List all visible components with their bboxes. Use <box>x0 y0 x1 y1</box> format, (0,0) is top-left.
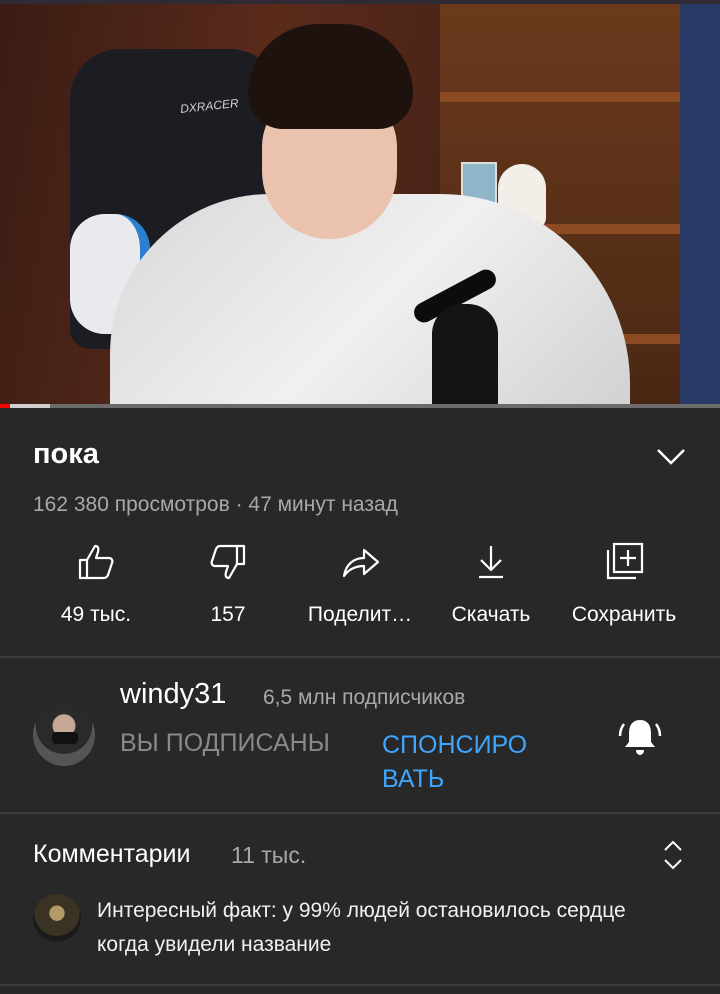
share-label: Поделит… <box>307 603 413 626</box>
bell-icon[interactable] <box>616 712 664 760</box>
commenter-avatar[interactable] <box>33 894 81 942</box>
channel-avatar[interactable] <box>33 704 95 766</box>
top-comment-text[interactable]: Интересный факт: у 99% людей остановилос… <box>97 894 657 962</box>
video-title: пока <box>33 438 99 470</box>
save-label: Сохранить <box>571 603 677 626</box>
save-button[interactable]: Сохранить <box>554 540 694 627</box>
dislike-button[interactable]: 157 <box>158 540 298 627</box>
comments-title[interactable]: Комментарии <box>33 840 190 869</box>
progress-played <box>0 404 11 408</box>
video-player[interactable]: DXRACER <box>0 4 720 408</box>
divider <box>0 984 720 986</box>
dislike-count: 157 <box>210 603 246 626</box>
expand-icon[interactable] <box>660 838 686 872</box>
comments-count: 11 тыс. <box>231 842 307 868</box>
dislike-icon <box>210 544 246 580</box>
chevron-down-icon[interactable] <box>654 443 688 469</box>
video-person-hair <box>248 24 413 129</box>
download-button[interactable]: Скачать <box>421 540 561 627</box>
share-button[interactable]: Поделит… <box>290 540 430 627</box>
download-icon <box>479 546 503 579</box>
divider <box>0 812 720 814</box>
video-microphone <box>432 304 498 408</box>
progress-bar[interactable] <box>0 404 720 408</box>
video-window <box>680 4 720 408</box>
subscribed-button[interactable]: ВЫ ПОДПИСАНЫ <box>120 729 330 758</box>
divider <box>0 656 720 658</box>
like-button[interactable]: 49 тыс. <box>26 540 166 627</box>
like-count: 49 тыс. <box>60 603 132 626</box>
subscriber-count: 6,5 млн подписчиков <box>263 686 466 709</box>
like-icon <box>78 544 114 580</box>
video-stats: 162 380 просмотров · 47 минут назад <box>33 493 398 516</box>
download-label: Скачать <box>451 603 531 626</box>
save-to-playlist-icon <box>606 542 644 580</box>
channel-name[interactable]: windy31 <box>120 678 226 711</box>
sponsor-button[interactable]: СПОНСИРО ВАТЬ <box>382 728 552 796</box>
share-icon <box>342 548 380 578</box>
